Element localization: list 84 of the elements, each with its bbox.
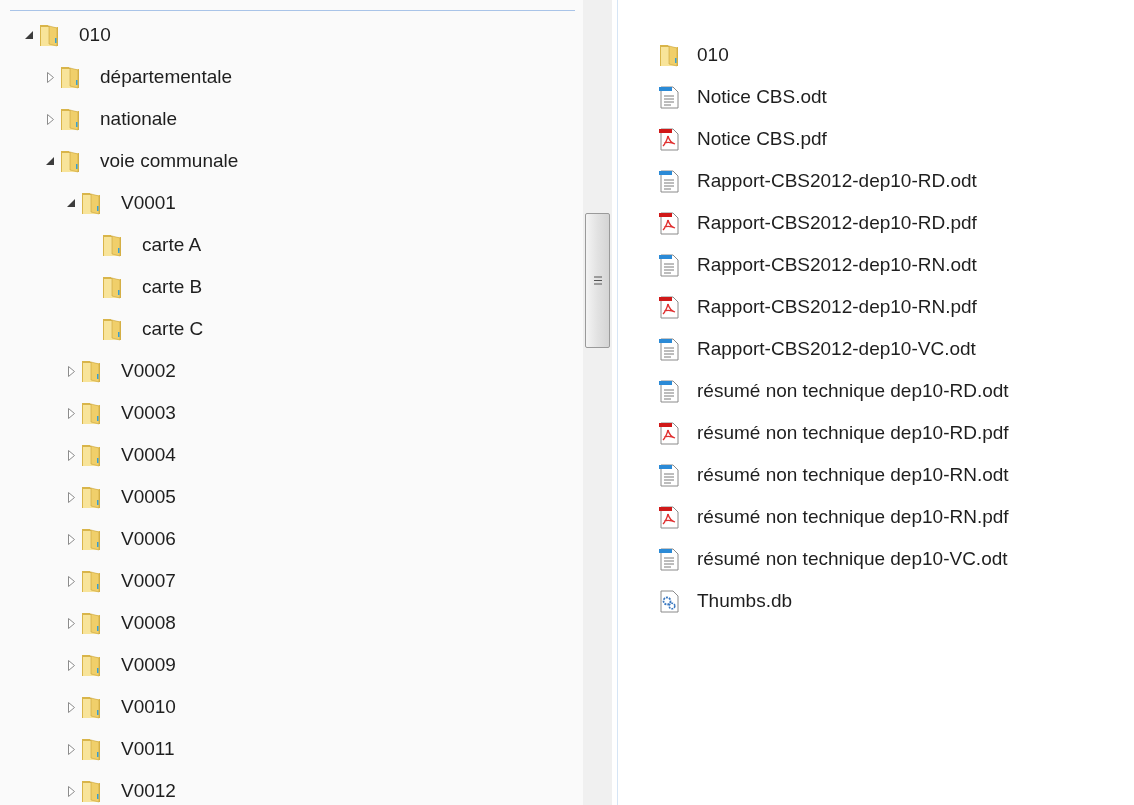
folder-name[interactable]: V0006 bbox=[121, 528, 176, 550]
collapsed-arrow-icon[interactable] bbox=[67, 743, 75, 755]
folder-icon bbox=[59, 106, 81, 132]
folder-name[interactable]: V0012 bbox=[121, 780, 176, 802]
document-icon bbox=[658, 169, 680, 193]
file-name[interactable]: résumé non technique dep10-RD.odt bbox=[697, 380, 1009, 402]
collapsed-arrow-icon[interactable] bbox=[46, 113, 54, 125]
grip-icon bbox=[593, 276, 602, 285]
file-name[interactable]: Notice CBS.pdf bbox=[697, 128, 827, 150]
folder-icon bbox=[80, 190, 102, 216]
collapsed-arrow-icon[interactable] bbox=[67, 575, 75, 587]
file-name[interactable]: résumé non technique dep10-RN.pdf bbox=[697, 506, 1009, 528]
document-icon bbox=[658, 547, 680, 571]
expanded-arrow-icon[interactable] bbox=[46, 157, 54, 165]
folder-name[interactable]: carte C bbox=[142, 318, 204, 340]
folder-icon bbox=[80, 610, 102, 636]
folder-icon bbox=[80, 736, 102, 762]
folder-icon bbox=[80, 442, 102, 468]
pdf-icon bbox=[658, 211, 680, 235]
collapsed-arrow-icon[interactable] bbox=[67, 785, 75, 797]
folder-name[interactable]: V0002 bbox=[121, 360, 176, 382]
folder-icon bbox=[101, 274, 123, 300]
folder-name[interactable]: V0010 bbox=[121, 696, 176, 718]
file-name[interactable]: Rapport-CBS2012-dep10-RN.pdf bbox=[697, 296, 977, 318]
folder-name[interactable]: V0011 bbox=[121, 738, 175, 760]
settings-file-icon bbox=[658, 589, 680, 613]
folder-name[interactable]: V0007 bbox=[121, 570, 176, 592]
scrollbar-thumb[interactable] bbox=[585, 213, 610, 348]
file-name[interactable]: Rapport-CBS2012-dep10-RD.pdf bbox=[697, 212, 977, 234]
file-name[interactable]: Thumbs.db bbox=[697, 590, 793, 612]
folder-icon bbox=[59, 64, 81, 90]
collapsed-arrow-icon[interactable] bbox=[46, 71, 54, 83]
expanded-arrow-icon[interactable] bbox=[67, 199, 75, 207]
folder-icon bbox=[80, 652, 102, 678]
folder-name[interactable]: nationale bbox=[100, 108, 178, 130]
folder-name[interactable]: V0008 bbox=[121, 612, 176, 634]
folder-icon bbox=[80, 694, 102, 720]
file-name[interactable]: Rapport-CBS2012-dep10-RD.odt bbox=[697, 170, 977, 192]
collapsed-arrow-icon[interactable] bbox=[67, 533, 75, 545]
folder-icon bbox=[59, 148, 81, 174]
folder-name[interactable]: V0009 bbox=[121, 654, 176, 676]
folder-icon bbox=[80, 358, 102, 384]
pdf-icon bbox=[658, 505, 680, 529]
file-name[interactable]: résumé non technique dep10-VC.odt bbox=[697, 548, 1008, 570]
folder-name[interactable]: voie communale bbox=[100, 150, 239, 172]
folder-name[interactable]: 010 bbox=[79, 24, 111, 46]
file-name[interactable]: 010 bbox=[697, 44, 729, 66]
folder-name[interactable]: V0001 bbox=[121, 192, 176, 214]
document-icon bbox=[658, 85, 680, 109]
document-icon bbox=[658, 463, 680, 487]
folder-name[interactable]: carte A bbox=[142, 234, 202, 256]
folder-icon bbox=[80, 778, 102, 804]
collapsed-arrow-icon[interactable] bbox=[67, 407, 75, 419]
collapsed-arrow-icon[interactable] bbox=[67, 365, 75, 377]
folder-name[interactable]: carte B bbox=[142, 276, 203, 298]
file-name[interactable]: Rapport-CBS2012-dep10-RN.odt bbox=[697, 254, 977, 276]
folder-icon bbox=[80, 526, 102, 552]
folder-name[interactable]: V0003 bbox=[121, 402, 176, 424]
folder-icon bbox=[101, 232, 123, 258]
collapsed-arrow-icon[interactable] bbox=[67, 617, 75, 629]
folder-icon bbox=[658, 42, 680, 68]
document-icon bbox=[658, 379, 680, 403]
file-name[interactable]: résumé non technique dep10-RD.pdf bbox=[697, 422, 1009, 444]
pdf-icon bbox=[658, 295, 680, 319]
collapsed-arrow-icon[interactable] bbox=[67, 491, 75, 503]
folder-icon bbox=[101, 316, 123, 342]
folder-name[interactable]: V0005 bbox=[121, 486, 176, 508]
folder-icon bbox=[38, 22, 60, 48]
collapsed-arrow-icon[interactable] bbox=[67, 659, 75, 671]
file-name[interactable]: résumé non technique dep10-RN.odt bbox=[697, 464, 1009, 486]
document-icon bbox=[658, 337, 680, 361]
collapsed-arrow-icon[interactable] bbox=[67, 449, 75, 461]
expanded-arrow-icon[interactable] bbox=[25, 31, 33, 39]
folder-icon bbox=[80, 400, 102, 426]
pdf-icon bbox=[658, 421, 680, 445]
folder-name[interactable]: départementale bbox=[100, 66, 233, 88]
file-name[interactable]: Notice CBS.odt bbox=[697, 86, 827, 108]
folder-name[interactable]: V0004 bbox=[121, 444, 176, 466]
folder-icon bbox=[80, 484, 102, 510]
pdf-icon bbox=[658, 127, 680, 151]
document-icon bbox=[658, 253, 680, 277]
folder-icon bbox=[80, 568, 102, 594]
collapsed-arrow-icon[interactable] bbox=[67, 701, 75, 713]
file-name[interactable]: Rapport-CBS2012-dep10-VC.odt bbox=[697, 338, 976, 360]
